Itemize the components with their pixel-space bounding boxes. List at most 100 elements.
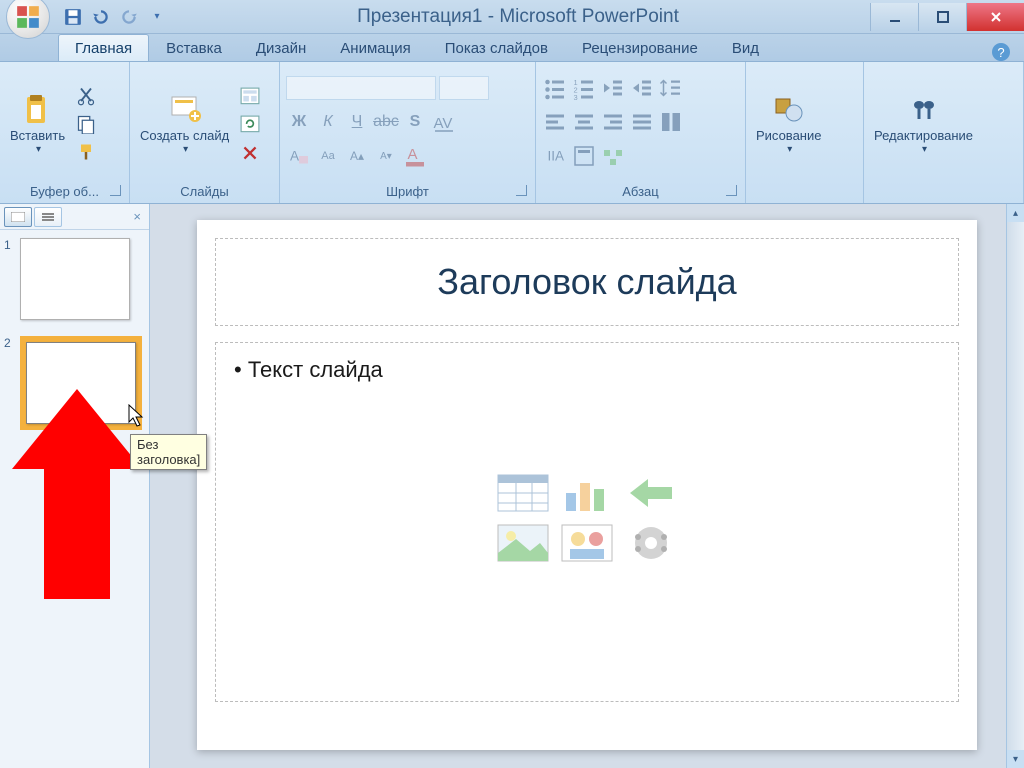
decrease-indent-icon[interactable] [600, 76, 626, 100]
insert-smartart-icon[interactable] [624, 473, 678, 513]
group-editing: Редактирование [864, 62, 1024, 203]
body-text: Текст слайда [234, 357, 940, 383]
insert-table-icon[interactable] [496, 473, 550, 513]
delete-slide-icon[interactable] [239, 141, 261, 163]
scroll-up-icon[interactable]: ▴ [1007, 204, 1024, 222]
insert-chart-icon[interactable] [560, 473, 614, 513]
group-label-drawing [752, 182, 857, 201]
new-slide-button[interactable]: Создать слайд [136, 91, 233, 157]
character-spacing-icon[interactable]: AV [431, 110, 457, 134]
pane-tab-outline[interactable] [34, 207, 62, 227]
group-slides: Создать слайд Слайды [130, 62, 280, 203]
align-right-icon[interactable] [600, 110, 626, 134]
minimize-button[interactable] [870, 3, 918, 31]
group-font: Ж К Ч abc S AV A Aa A▴ A▾ A Шрифт [280, 62, 536, 203]
insert-media-icon[interactable] [624, 523, 678, 563]
columns-icon[interactable] [658, 110, 684, 134]
format-painter-icon[interactable] [75, 141, 97, 163]
tab-home[interactable]: Главная [58, 34, 149, 61]
slide-canvas[interactable]: Заголовок слайда Текст слайда [197, 220, 977, 750]
slide-thumb-1[interactable]: 1 [4, 238, 145, 320]
slide-tooltip: Без заголовка] [130, 434, 207, 470]
cut-icon[interactable] [75, 85, 97, 107]
tab-design[interactable]: Дизайн [239, 34, 323, 61]
save-icon[interactable] [64, 8, 82, 26]
bullets-icon[interactable] [542, 76, 568, 100]
font-family-combo[interactable] [286, 76, 436, 100]
quick-access-toolbar: ▾ [64, 8, 166, 26]
align-center-icon[interactable] [571, 110, 597, 134]
change-case-icon[interactable]: Aa [315, 144, 341, 168]
svg-text:3: 3 [574, 93, 578, 100]
insert-picture-icon[interactable] [496, 523, 550, 563]
editing-label: Редактирование [874, 129, 973, 155]
titlebar: ▾ Презентация1 - Microsoft PowerPoint [0, 0, 1024, 34]
slide-thumbnail-pane: × 1 2 Без заголовка] [0, 204, 150, 768]
vertical-scrollbar[interactable]: ▴ ▾ [1006, 204, 1024, 768]
drawing-label: Рисование [756, 129, 821, 155]
grow-font-icon[interactable]: A▴ [344, 144, 370, 168]
scroll-down-icon[interactable]: ▾ [1007, 750, 1024, 768]
pane-tab-slides[interactable] [4, 207, 32, 227]
bold-icon[interactable]: Ж [286, 110, 312, 134]
undo-icon[interactable] [92, 8, 110, 26]
smartart-icon[interactable] [600, 144, 626, 168]
thumb-number: 1 [4, 238, 16, 320]
group-label-clipboard: Буфер об... [6, 182, 123, 201]
redo-icon[interactable] [120, 8, 138, 26]
italic-icon[interactable]: К [315, 110, 341, 134]
slide-layout-icon[interactable] [239, 85, 261, 107]
close-button[interactable] [966, 3, 1024, 31]
shadow-icon[interactable]: S [402, 110, 428, 134]
strikethrough-icon[interactable]: abc [373, 110, 399, 134]
title-text: Заголовок слайда [216, 239, 958, 325]
office-button[interactable] [6, 0, 50, 39]
content-placeholder-icons [234, 473, 940, 563]
line-spacing-icon[interactable] [658, 76, 684, 100]
copy-icon[interactable] [75, 113, 97, 135]
editing-button[interactable]: Редактирование [870, 91, 977, 157]
justify-icon[interactable] [629, 110, 655, 134]
annotation-arrow-icon [12, 389, 142, 599]
paste-label: Вставить [10, 129, 65, 155]
svg-text:AV: AV [434, 115, 453, 132]
clear-format-icon[interactable]: A [286, 144, 312, 168]
reset-slide-icon[interactable] [239, 113, 261, 135]
increase-indent-icon[interactable] [629, 76, 655, 100]
slide-editor[interactable]: Заголовок слайда Текст слайда ▴ ▾ [150, 204, 1024, 768]
tab-review[interactable]: Рецензирование [565, 34, 715, 61]
workspace: × 1 2 Без заголовка] Заголовок слайда [0, 204, 1024, 768]
cursor-icon [128, 404, 148, 430]
group-paragraph: 123 IIA Абзац [536, 62, 746, 203]
tab-view[interactable]: Вид [715, 34, 776, 61]
paste-button[interactable]: Вставить [6, 91, 69, 157]
align-left-icon[interactable] [542, 110, 568, 134]
align-text-icon[interactable] [571, 144, 597, 168]
group-drawing: Рисование [746, 62, 864, 203]
shrink-font-icon[interactable]: A▾ [373, 144, 399, 168]
tab-slideshow[interactable]: Показ слайдов [428, 34, 565, 61]
window-controls [870, 3, 1024, 31]
qat-dropdown-icon[interactable]: ▾ [148, 8, 166, 26]
ribbon: Вставить Буфер об... Создать слайд Слайд… [0, 62, 1024, 204]
pane-tabs: × [0, 204, 149, 230]
body-placeholder[interactable]: Текст слайда [215, 342, 959, 702]
font-size-combo[interactable] [439, 76, 489, 100]
tab-insert[interactable]: Вставка [149, 34, 239, 61]
title-placeholder[interactable]: Заголовок слайда [215, 238, 959, 326]
group-label-slides: Слайды [136, 182, 273, 201]
new-slide-label: Создать слайд [140, 129, 229, 155]
pane-close-icon[interactable]: × [129, 209, 145, 224]
insert-clipart-icon[interactable] [560, 523, 614, 563]
svg-text:IIA: IIA [548, 149, 565, 164]
window-title: Презентация1 - Microsoft PowerPoint [166, 6, 870, 28]
drawing-button[interactable]: Рисование [752, 91, 825, 157]
font-color-icon[interactable]: A [402, 144, 428, 168]
help-icon[interactable]: ? [992, 43, 1010, 61]
text-direction-icon[interactable]: IIA [542, 144, 568, 168]
underline-icon[interactable]: Ч [344, 110, 370, 134]
numbering-icon[interactable]: 123 [571, 76, 597, 100]
maximize-button[interactable] [918, 3, 966, 31]
tab-animation[interactable]: Анимация [323, 34, 427, 61]
ribbon-tabs: Главная Вставка Дизайн Анимация Показ сл… [0, 34, 1024, 62]
